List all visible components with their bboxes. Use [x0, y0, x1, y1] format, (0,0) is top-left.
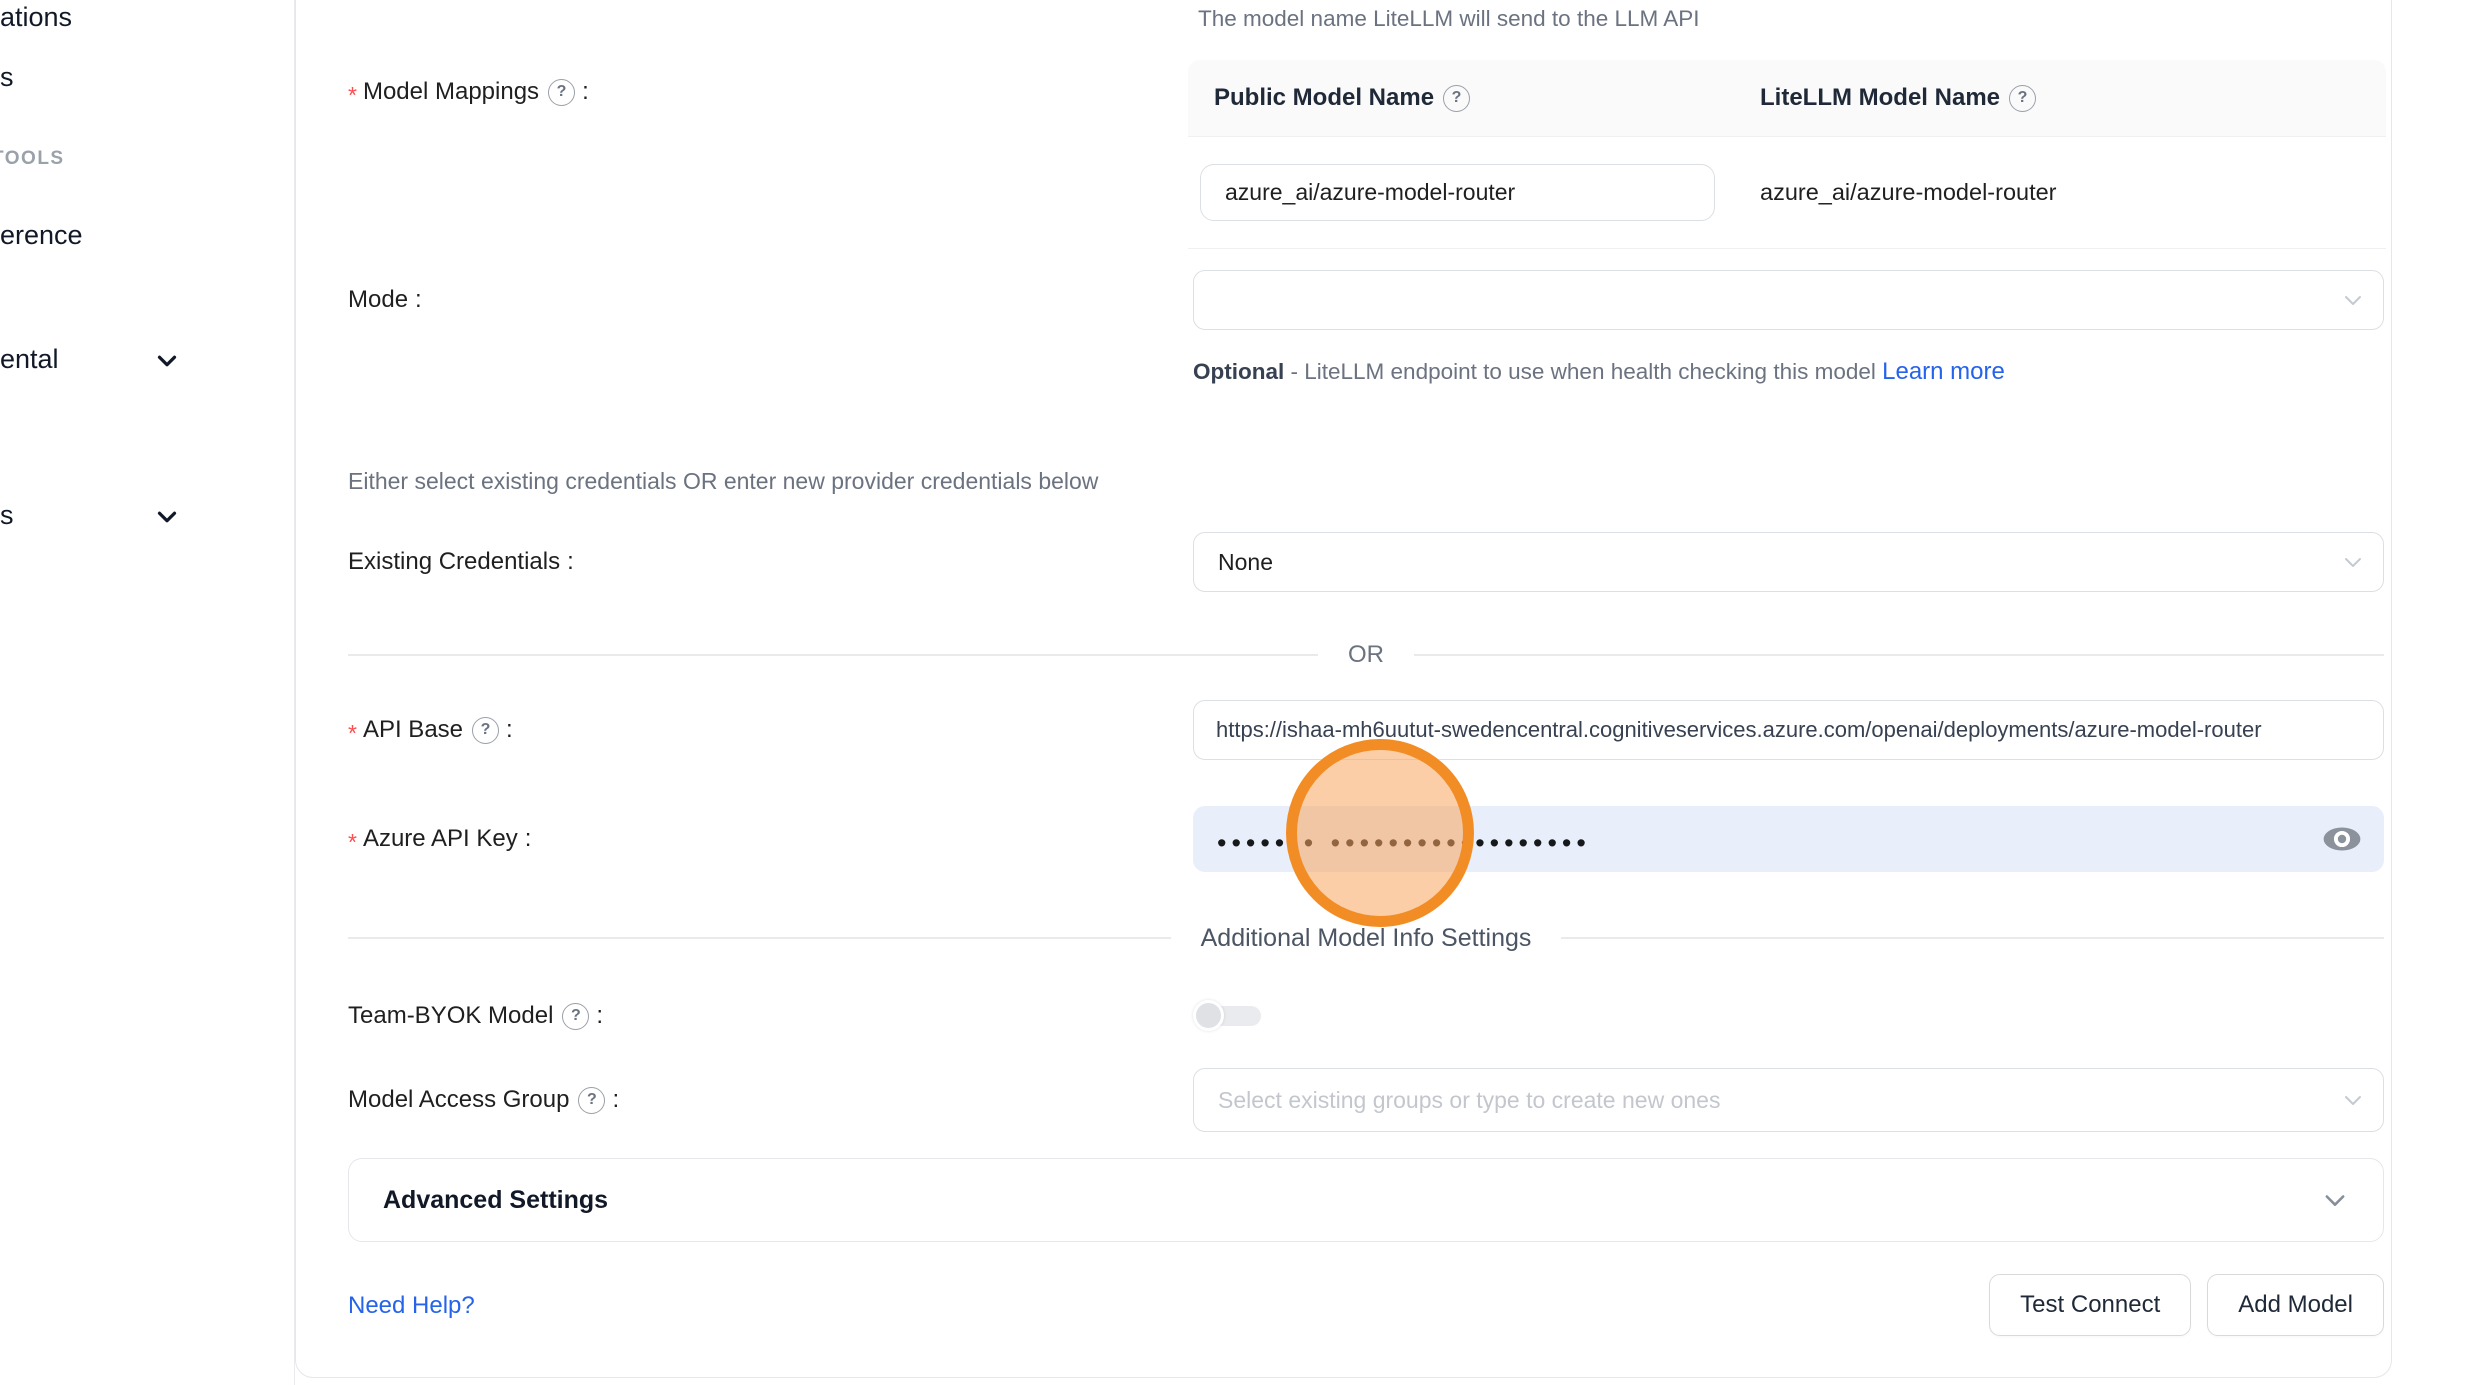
chevron-down-icon [2341, 1088, 2365, 1112]
mode-hint: Optional - LiteLLM endpoint to use when … [1193, 352, 2023, 391]
team-byok-label: Team-BYOK Model ? : [348, 1002, 1193, 1030]
api-base-input[interactable] [1193, 700, 2384, 760]
model-access-group-row: Model Access Group ? : Select existing g… [348, 1068, 2384, 1132]
model-mappings-table: Public Model Name ? LiteLLM Model Name ?… [1188, 60, 2386, 249]
additional-settings-divider: Additional Model Info Settings [348, 922, 2384, 954]
required-asterisk: * [348, 714, 357, 747]
mappings-table-header: Public Model Name ? LiteLLM Model Name ? [1188, 60, 2386, 137]
sidebar-item-settings[interactable]: s [0, 500, 14, 531]
azure-api-key-label: * Azure API Key : [348, 823, 1193, 856]
chevron-down-icon [152, 502, 182, 532]
chevron-down-icon [2321, 1186, 2349, 1214]
litellm-model-name-header: LiteLLM Model Name ? [1728, 84, 2386, 112]
api-base-row: * API Base ? : [348, 700, 2384, 760]
required-asterisk: * [348, 823, 357, 856]
sidebar-item-organizations[interactable]: ations [0, 2, 72, 33]
sidebar-item-models[interactable]: s [0, 62, 14, 93]
help-icon[interactable]: ? [2009, 85, 2036, 112]
add-model-button[interactable]: Add Model [2207, 1274, 2384, 1336]
help-icon[interactable]: ? [578, 1087, 605, 1114]
team-byok-toggle[interactable] [1193, 1000, 1261, 1032]
mappings-table-row: azure_ai/azure-model-router [1188, 137, 2386, 249]
sidebar: ations s TOOLS erence ental s [0, 0, 295, 1385]
public-model-name-header: Public Model Name ? [1188, 84, 1728, 112]
required-asterisk: * [348, 76, 357, 109]
help-icon[interactable]: ? [472, 717, 499, 744]
test-connect-button[interactable]: Test Connect [1989, 1274, 2191, 1336]
masked-password-value: ••••••• •••••••••••••••••• [1217, 822, 1591, 857]
model-name-hint: The model name LiteLLM will send to the … [1198, 6, 1700, 32]
api-base-label: * API Base ? : [348, 714, 1193, 747]
sidebar-section-tools: TOOLS [0, 148, 65, 170]
team-byok-row: Team-BYOK Model ? : [348, 996, 2384, 1036]
toggle-password-visibility-button[interactable] [2320, 817, 2364, 861]
existing-credentials-label: Existing Credentials : [348, 548, 1193, 576]
help-icon[interactable]: ? [548, 79, 575, 106]
add-model-screen: ations s TOOLS erence ental s The model … [0, 0, 2477, 1385]
need-help-link[interactable]: Need Help? [348, 1292, 475, 1320]
mode-select[interactable] [1193, 270, 2384, 330]
azure-api-key-input[interactable]: ••••••• •••••••••••••••••• [1193, 806, 2384, 872]
existing-credentials-row: Existing Credentials : None [348, 532, 2384, 592]
help-icon[interactable]: ? [562, 1003, 589, 1030]
model-access-group-label: Model Access Group ? : [348, 1086, 1193, 1114]
existing-credentials-select[interactable]: None [1193, 532, 2384, 592]
advanced-settings-toggle[interactable]: Advanced Settings [348, 1158, 2384, 1242]
mode-row: Mode : [348, 270, 2384, 330]
footer-buttons: Test Connect Add Model [1989, 1274, 2384, 1336]
model-access-group-placeholder: Select existing groups or type to create… [1218, 1087, 1720, 1114]
help-icon[interactable]: ? [1443, 85, 1470, 112]
public-model-name-input[interactable] [1200, 164, 1715, 221]
eye-icon [2321, 818, 2363, 860]
model-mappings-label: * Model Mappings ? : [348, 76, 1193, 109]
chevron-down-icon [152, 346, 182, 376]
chevron-down-icon [2341, 550, 2365, 574]
mode-label: Mode : [348, 286, 1193, 314]
chevron-down-icon [2341, 288, 2365, 312]
azure-api-key-row: * Azure API Key : ••••••• ••••••••••••••… [348, 806, 2384, 872]
advanced-settings-label: Advanced Settings [383, 1186, 2321, 1215]
litellm-model-name-value: azure_ai/azure-model-router [1728, 179, 2386, 206]
model-access-group-select[interactable]: Select existing groups or type to create… [1193, 1068, 2384, 1132]
learn-more-link[interactable]: Learn more [1882, 358, 2005, 385]
or-divider: OR [348, 640, 2384, 670]
sidebar-item-api-reference[interactable]: erence [0, 220, 83, 251]
credentials-note: Either select existing credentials OR en… [348, 468, 1098, 495]
sidebar-item-experimental[interactable]: ental [0, 344, 59, 375]
